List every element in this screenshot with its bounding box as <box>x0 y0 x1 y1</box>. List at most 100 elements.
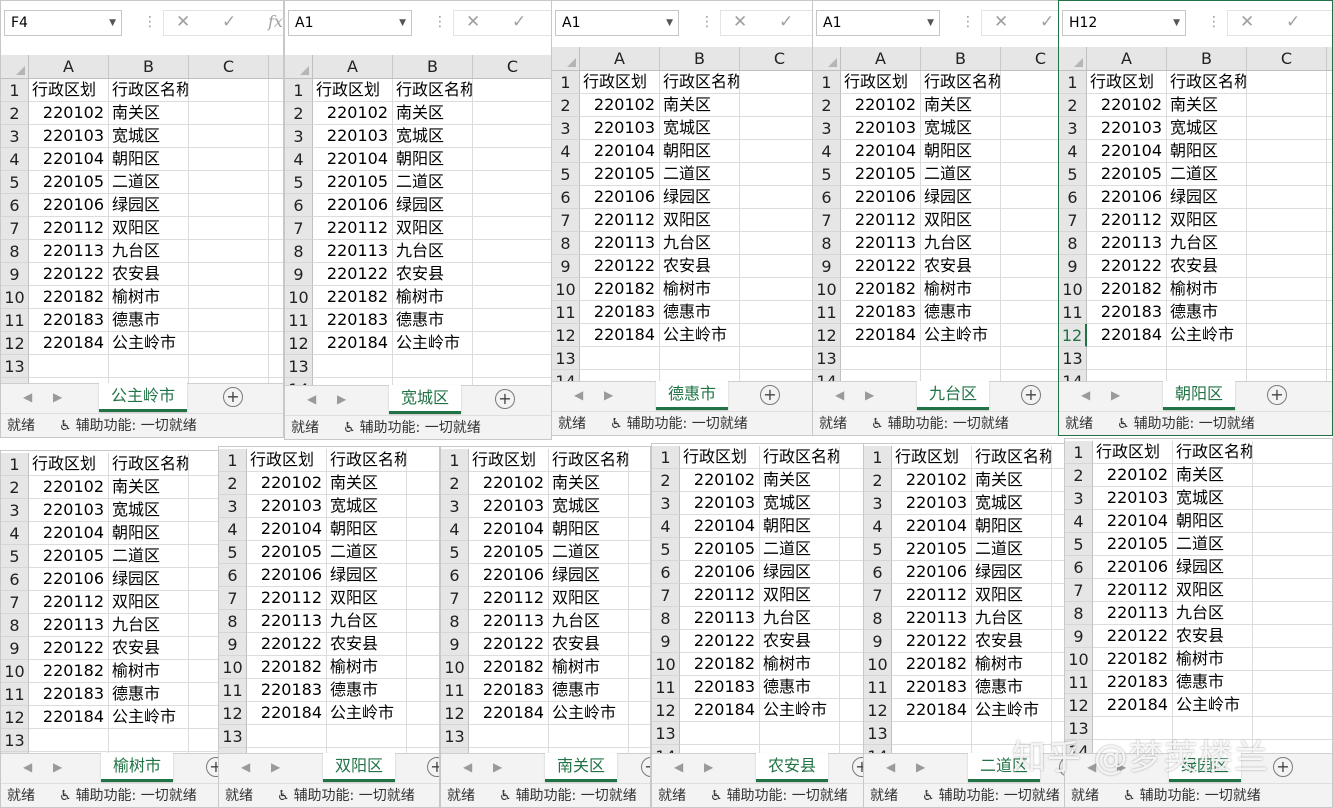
cell-name[interactable]: 行政区名称 <box>393 79 473 101</box>
cell-empty[interactable] <box>629 495 650 517</box>
cell-code[interactable]: 220113 <box>247 610 327 632</box>
cell-code[interactable]: 220104 <box>892 515 972 537</box>
row-header[interactable]: 2 <box>1059 94 1087 117</box>
cell-name[interactable]: 南关区 <box>660 94 740 116</box>
cell-name[interactable]: 绿园区 <box>921 186 1001 208</box>
cell-code[interactable]: 220102 <box>29 476 109 498</box>
cell-code[interactable]: 220106 <box>29 194 109 216</box>
row-header[interactable]: 2 <box>552 94 580 117</box>
cell-name[interactable]: 朝阳区 <box>660 140 740 162</box>
cell-code[interactable]: 220182 <box>680 653 760 675</box>
cell-code[interactable]: 220183 <box>841 301 921 323</box>
cell-code[interactable]: 220113 <box>680 607 760 629</box>
cell-name[interactable]: 二道区 <box>109 545 189 567</box>
cell-name[interactable] <box>660 347 740 369</box>
cell-name[interactable]: 双阳区 <box>760 584 840 606</box>
cell-name[interactable]: 九台区 <box>972 607 1052 629</box>
cell-name[interactable]: 宽城区 <box>760 492 840 514</box>
row-header[interactable]: 8 <box>1059 232 1087 255</box>
confirm-icon[interactable]: ✓ <box>512 12 526 32</box>
cell-code[interactable] <box>247 725 327 747</box>
row-header[interactable]: 8 <box>864 607 892 630</box>
cell-code[interactable]: 220184 <box>29 332 109 354</box>
row-header[interactable]: 5 <box>219 541 247 564</box>
add-sheet-icon[interactable]: + <box>1273 757 1293 777</box>
cell-code[interactable]: 220182 <box>469 656 549 678</box>
cell-name[interactable]: 二道区 <box>393 171 473 193</box>
cell-name[interactable]: 德惠市 <box>109 309 189 331</box>
row-header[interactable]: 7 <box>864 584 892 607</box>
row-header[interactable]: 8 <box>1 240 29 263</box>
row-header[interactable]: 3 <box>864 492 892 515</box>
cell-empty[interactable] <box>407 541 439 563</box>
cell-code[interactable]: 220183 <box>1087 301 1167 323</box>
cell-empty[interactable] <box>1247 71 1327 93</box>
cell-code[interactable]: 220104 <box>469 518 549 540</box>
row-header[interactable]: 8 <box>219 610 247 633</box>
cell-code[interactable]: 220184 <box>29 706 109 728</box>
cell-empty[interactable] <box>1001 370 1058 381</box>
cell-empty[interactable] <box>189 660 218 682</box>
row-header[interactable]: 7 <box>1 591 29 614</box>
row-header[interactable]: 14 <box>813 370 841 381</box>
cell-empty[interactable] <box>1247 186 1327 208</box>
cell-code[interactable]: 220103 <box>680 492 760 514</box>
cancel-icon[interactable]: ✕ <box>176 12 190 32</box>
chevron-down-icon[interactable]: ▼ <box>927 11 934 35</box>
cell-code[interactable]: 220184 <box>313 332 393 354</box>
cell-code[interactable]: 220104 <box>313 148 393 170</box>
cell-empty[interactable] <box>1001 232 1058 254</box>
add-sheet-icon[interactable]: + <box>495 389 515 409</box>
scroll-right-icon[interactable]: ▶ <box>704 760 713 774</box>
row-header[interactable]: 4 <box>1065 510 1093 533</box>
cell-empty[interactable] <box>473 148 551 170</box>
sheet-tab[interactable]: 南关区 <box>545 753 618 782</box>
cell-code[interactable]: 220106 <box>841 186 921 208</box>
cell-name[interactable]: 二道区 <box>1173 533 1253 555</box>
cell-code[interactable]: 220105 <box>29 171 109 193</box>
cell-empty[interactable] <box>407 679 439 701</box>
cell-empty[interactable] <box>840 469 863 491</box>
cell-name[interactable]: 德惠市 <box>660 301 740 323</box>
row-header[interactable]: 12 <box>441 702 469 725</box>
cell-name[interactable]: 行政区名称 <box>549 449 629 471</box>
cell-name[interactable]: 农安县 <box>660 255 740 277</box>
cell-name[interactable] <box>760 722 840 744</box>
cell-name[interactable]: 绿园区 <box>1173 556 1253 578</box>
cell-code[interactable]: 行政区划 <box>1087 71 1167 93</box>
cell-empty[interactable] <box>189 355 269 377</box>
accessibility-status[interactable]: ♿ 辅助功能: 一切就绪 <box>59 784 197 807</box>
cell-empty[interactable] <box>407 587 439 609</box>
cell-name[interactable]: 宽城区 <box>393 125 473 147</box>
add-sheet-icon[interactable]: + <box>1267 385 1287 405</box>
row-header[interactable]: 5 <box>1 545 29 568</box>
cell-empty[interactable] <box>629 587 650 609</box>
row-header[interactable]: 10 <box>864 653 892 676</box>
cell-name[interactable]: 朝阳区 <box>972 515 1052 537</box>
cell-empty[interactable] <box>1253 487 1332 509</box>
cell-name[interactable]: 双阳区 <box>109 217 189 239</box>
cell-code[interactable] <box>680 722 760 744</box>
scroll-left-icon[interactable]: ◀ <box>307 392 316 406</box>
scroll-right-icon[interactable]: ▶ <box>271 760 280 774</box>
cell-empty[interactable] <box>740 301 812 323</box>
scroll-right-icon[interactable]: ▶ <box>1111 388 1120 402</box>
row-header[interactable]: 11 <box>552 301 580 324</box>
cell-code[interactable]: 220104 <box>841 140 921 162</box>
cell-code[interactable]: 220106 <box>247 564 327 586</box>
name-box[interactable]: A1 ▼ <box>816 10 940 36</box>
row-header[interactable]: 6 <box>813 186 841 209</box>
cell-code[interactable]: 220105 <box>247 541 327 563</box>
cell-code[interactable]: 220112 <box>29 217 109 239</box>
cell-name[interactable]: 绿园区 <box>393 194 473 216</box>
cell-code[interactable]: 220113 <box>580 232 660 254</box>
sheet-tab[interactable]: 九台区 <box>917 381 990 410</box>
cell-empty[interactable] <box>1001 186 1058 208</box>
select-all-corner[interactable] <box>285 55 313 78</box>
cell-code[interactable]: 220105 <box>841 163 921 185</box>
cell-empty[interactable] <box>629 564 650 586</box>
row-header[interactable]: 6 <box>864 561 892 584</box>
cell-code[interactable]: 行政区划 <box>247 449 327 471</box>
column-header-c[interactable]: C <box>1247 47 1327 70</box>
cell-code[interactable]: 行政区划 <box>29 79 109 101</box>
